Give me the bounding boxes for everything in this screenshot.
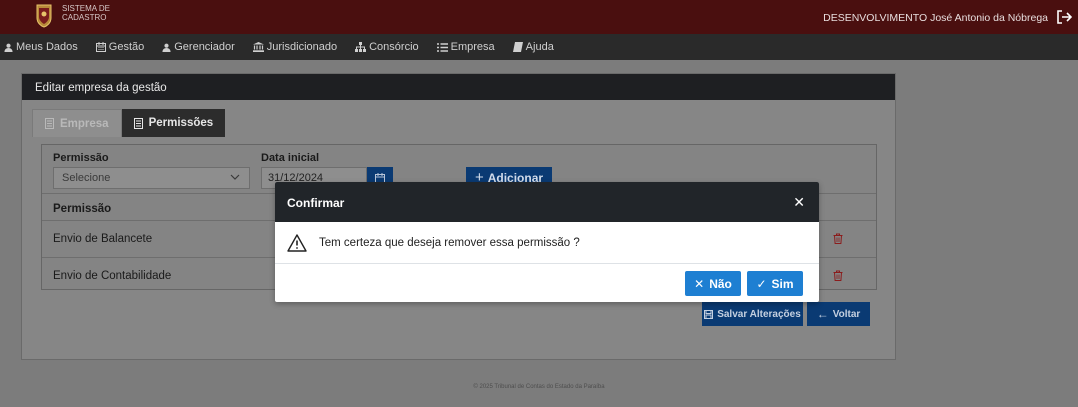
permissao-select-value: Selecione xyxy=(62,172,111,184)
arrow-left-icon: ← xyxy=(816,307,829,321)
nav-label: Meus Dados xyxy=(16,41,78,53)
nav-label: Jurisdicionado xyxy=(266,41,338,53)
yes-button[interactable]: ✓ Sim xyxy=(747,271,803,296)
nav-label: Empresa xyxy=(450,41,495,53)
nav-label: Gerenciador xyxy=(174,41,235,53)
brand-name: Sistema de Cadastro xyxy=(62,4,110,22)
tab-bar: Empresa Permissões xyxy=(32,109,226,137)
card-title: Editar empresa da gestão xyxy=(22,74,895,100)
nav-item-ajuda[interactable]: Ajuda xyxy=(512,41,554,53)
brand-line-1: Sistema de xyxy=(62,4,111,13)
nav-item-meus-dados[interactable]: Meus Dados xyxy=(4,41,78,53)
book-icon xyxy=(512,42,523,52)
save-button-label: Salvar Alterações xyxy=(717,308,801,320)
calendar-icon xyxy=(95,42,106,52)
document-icon xyxy=(45,118,54,129)
check-icon: ✓ xyxy=(756,276,767,291)
warning-icon xyxy=(287,233,307,252)
tab-label: Permissões xyxy=(148,117,214,129)
tab-label: Empresa xyxy=(60,117,109,130)
sitemap-icon xyxy=(355,42,367,52)
dialog-title: Confirmar xyxy=(287,196,345,210)
permissao-select[interactable]: Selecione xyxy=(53,167,250,189)
coat-of-arms-logo xyxy=(36,4,52,28)
nav-item-empresa[interactable]: Empresa xyxy=(436,41,495,53)
nav-item-gestao[interactable]: Gestão xyxy=(95,41,145,53)
yes-button-label: Sim xyxy=(771,276,794,291)
brand-line-2: Cadastro xyxy=(62,13,107,22)
nav-label: Consórcio xyxy=(369,41,419,53)
confirm-dialog: Confirmar ✕ Tem certeza que deseja remov… xyxy=(275,182,819,302)
data-inicial-label: Data inicial xyxy=(261,152,320,164)
chevron-down-icon xyxy=(230,174,240,180)
nav-item-jurisdicionado[interactable]: Jurisdicionado xyxy=(252,41,338,53)
no-button[interactable]: ✕ Não xyxy=(685,271,741,296)
close-icon[interactable]: ✕ xyxy=(793,195,805,209)
no-button-label: Não xyxy=(709,276,732,291)
trash-icon[interactable] xyxy=(833,233,843,244)
main-nav: Meus Dados Gestão Gerenciador Jurisdicio… xyxy=(0,34,1078,60)
save-icon xyxy=(704,309,714,319)
save-changes-button[interactable]: Salvar Alterações xyxy=(702,302,803,326)
footer-copyright: © 2025 Tribunal de Contas do Estado da P… xyxy=(473,384,605,390)
dialog-footer: ✕ Não ✓ Sim xyxy=(275,264,819,302)
user-info: DESENVOLVIMENTO José Antonio da Nóbrega xyxy=(823,12,1048,24)
row-permission-name: Envio de Contabilidade xyxy=(53,270,172,282)
trash-icon[interactable] xyxy=(833,270,843,281)
nav-label: Gestão xyxy=(108,41,145,53)
list-icon xyxy=(436,42,448,52)
close-icon: ✕ xyxy=(694,276,705,291)
back-button-label: Voltar xyxy=(832,308,861,320)
dialog-header: Confirmar ✕ xyxy=(275,182,819,222)
nav-item-consorcio[interactable]: Consórcio xyxy=(355,41,419,53)
row-permission-name: Envio de Balancete xyxy=(53,233,153,245)
back-button[interactable]: ← Voltar xyxy=(807,302,870,326)
document-icon xyxy=(133,117,143,129)
institution-icon xyxy=(252,42,264,52)
top-bar: Sistema de Cadastro DESENVOLVIMENTO José… xyxy=(0,0,1078,34)
permissao-label: Permissão xyxy=(53,152,109,164)
tab-empresa[interactable]: Empresa xyxy=(32,109,122,137)
nav-label: Ajuda xyxy=(525,41,554,53)
user-icon xyxy=(162,43,171,52)
dialog-message: Tem certeza que deseja remover essa perm… xyxy=(319,236,580,249)
logout-icon[interactable] xyxy=(1056,9,1072,25)
dialog-body: Tem certeza que deseja remover essa perm… xyxy=(275,222,819,264)
tab-permissoes[interactable]: Permissões xyxy=(121,109,226,137)
user-icon xyxy=(4,43,13,52)
nav-item-gerenciador[interactable]: Gerenciador xyxy=(162,41,235,53)
